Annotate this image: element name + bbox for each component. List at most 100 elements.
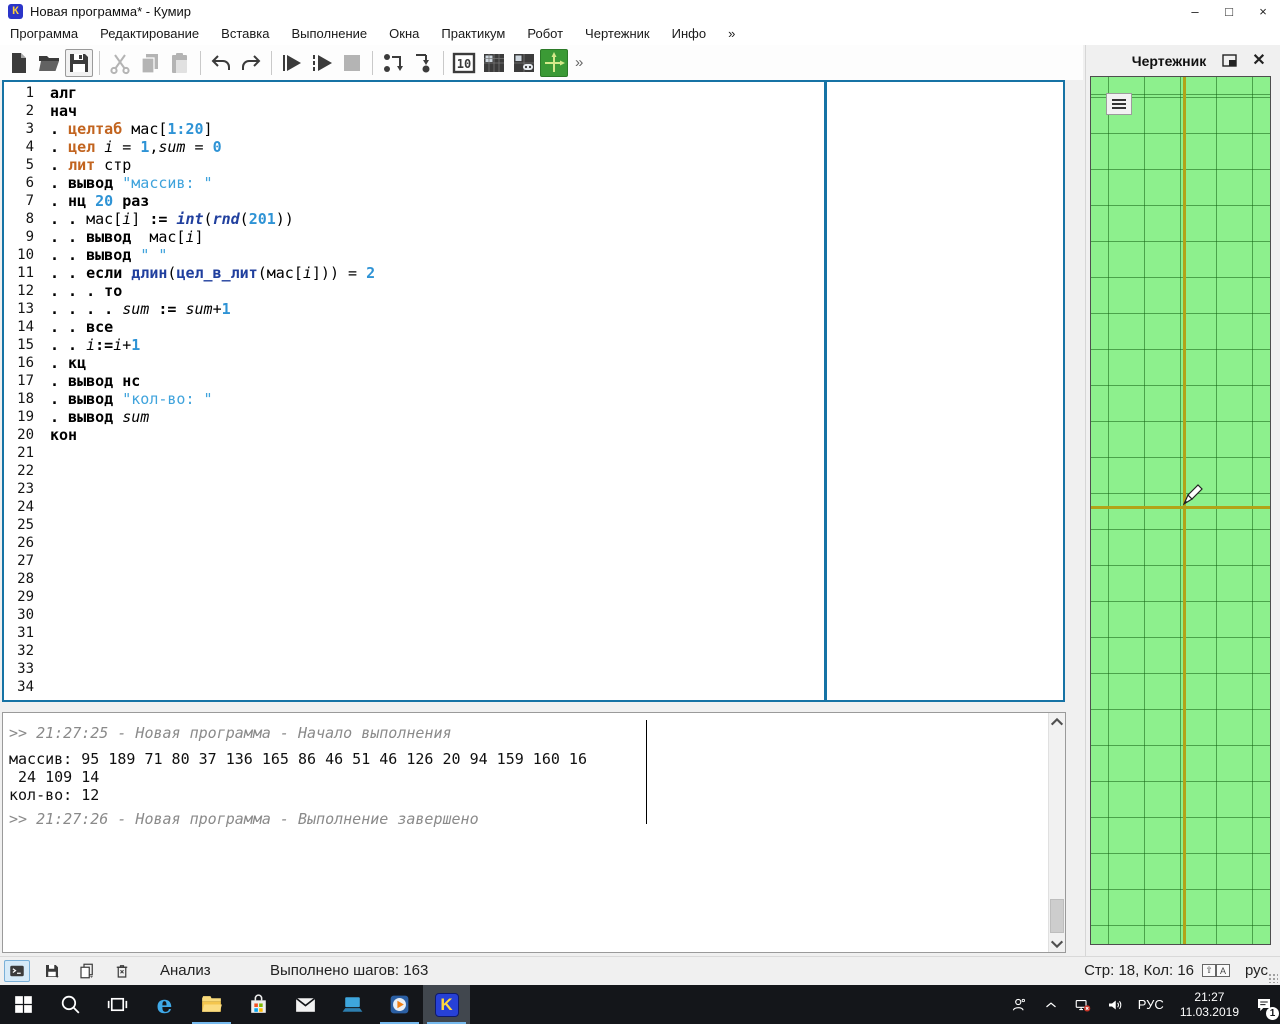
tray-date: 11.03.2019 xyxy=(1180,1005,1239,1020)
toolbar-run-button[interactable] xyxy=(278,49,306,77)
menu-item-4[interactable]: Выполнение xyxy=(291,26,367,41)
menu-item-8[interactable]: Чертежник xyxy=(585,26,650,41)
toolbar-drawer-window-button[interactable] xyxy=(540,49,568,77)
toolbar: 10 » xyxy=(0,45,1083,80)
output-console[interactable]: >> 21:27:25 - Новая программа - Начало в… xyxy=(2,712,1066,953)
code-line: 34 xyxy=(4,678,1063,696)
app-icon: К xyxy=(8,4,23,19)
line-number: 22 xyxy=(4,462,40,480)
drawer-close-icon[interactable]: ✕ xyxy=(1250,51,1268,69)
menu-item-2[interactable]: Редактирование xyxy=(100,26,199,41)
title-bar: К Новая программа* - Кумир – □ × xyxy=(0,0,1280,22)
kumir-taskbar-icon[interactable]: K xyxy=(423,985,470,1024)
save-output-button[interactable] xyxy=(39,960,65,982)
toolbar-copy-button[interactable] xyxy=(136,49,164,77)
toolbar-step-over-button[interactable] xyxy=(379,49,407,77)
media-player-icon[interactable] xyxy=(376,985,423,1024)
code-line: 19. вывод sum xyxy=(4,408,1063,426)
console-output-line: 24 109 14 xyxy=(9,768,1041,786)
toolbar-windows-grid-button[interactable] xyxy=(480,49,508,77)
code-line: 33 xyxy=(4,660,1063,678)
toolbar-values-window-button[interactable]: 10 xyxy=(450,49,478,77)
tray-chevron-icon[interactable] xyxy=(1035,985,1067,1024)
toolbar-new-file-button[interactable] xyxy=(5,49,33,77)
toolbar-paste-button[interactable] xyxy=(166,49,194,77)
task-view-button[interactable] xyxy=(94,985,141,1024)
steps-counter: Выполнено шагов: 163 xyxy=(270,962,428,979)
editor-lines: 1алг2нач3. целтаб мас[1:20]4. цел i = 1,… xyxy=(4,82,1063,696)
line-number: 32 xyxy=(4,642,40,660)
store-icon[interactable] xyxy=(235,985,282,1024)
maximize-button[interactable]: □ xyxy=(1212,0,1246,22)
menu-item-6[interactable]: Практикум xyxy=(441,26,505,41)
line-number: 11 xyxy=(4,264,40,282)
tray-clock[interactable]: 21:27 11.03.2019 xyxy=(1171,990,1248,1020)
line-number: 3 xyxy=(4,120,40,138)
resize-grip[interactable] xyxy=(1268,973,1278,983)
line-number: 24 xyxy=(4,498,40,516)
edge-icon[interactable]: e xyxy=(141,985,188,1024)
code-editor[interactable]: 1алг2нач3. целтаб мас[1:20]4. цел i = 1,… xyxy=(2,80,1065,702)
network-icon[interactable] xyxy=(1067,985,1099,1024)
close-button[interactable]: × xyxy=(1246,0,1280,22)
volume-icon[interactable] xyxy=(1099,985,1131,1024)
code-line: 27 xyxy=(4,552,1063,570)
line-number: 16 xyxy=(4,354,40,372)
dock-window-icon[interactable] xyxy=(1220,51,1238,69)
drawer-field xyxy=(1090,76,1271,945)
menu-item-1[interactable]: Программа xyxy=(10,26,78,41)
people-icon[interactable] xyxy=(1003,985,1035,1024)
menu-item-9[interactable]: Инфо xyxy=(672,26,706,41)
toolbar-save-button[interactable] xyxy=(65,49,93,77)
scroll-up-icon[interactable] xyxy=(1049,713,1065,730)
line-number: 4 xyxy=(4,138,40,156)
mail-icon[interactable] xyxy=(282,985,329,1024)
line-number: 6 xyxy=(4,174,40,192)
console-caret xyxy=(646,720,647,824)
menu-item-7[interactable]: Робот xyxy=(527,26,563,41)
toolbar-stop-button[interactable] xyxy=(338,49,366,77)
code-line: 18. вывод "кол-во: " xyxy=(4,390,1063,408)
code-line: 10. . вывод " " xyxy=(4,246,1063,264)
minimize-button[interactable]: – xyxy=(1178,0,1212,22)
scroll-down-icon[interactable] xyxy=(1049,935,1065,952)
console-toggle-button[interactable] xyxy=(4,960,30,982)
scroll-thumb[interactable] xyxy=(1050,899,1064,933)
line-number: 7 xyxy=(4,192,40,210)
start-button[interactable] xyxy=(0,985,47,1024)
toolbar-undo-button[interactable] xyxy=(207,49,235,77)
clear-output-button[interactable] xyxy=(109,960,135,982)
toolbar-overflow-icon[interactable]: » xyxy=(575,54,583,71)
menu-item-10[interactable]: » xyxy=(728,26,735,41)
toolbar-open-file-button[interactable] xyxy=(35,49,63,77)
file-explorer-icon[interactable] xyxy=(188,985,235,1024)
code-line: 20кон xyxy=(4,426,1063,444)
toolbar-run-step-button[interactable] xyxy=(308,49,336,77)
toolbar-robot-window-button[interactable] xyxy=(510,49,538,77)
line-number: 26 xyxy=(4,534,40,552)
toolbar-redo-button[interactable] xyxy=(237,49,265,77)
line-number: 34 xyxy=(4,678,40,696)
line-number: 10 xyxy=(4,246,40,264)
action-center-icon[interactable]: 1 xyxy=(1248,985,1280,1024)
search-button[interactable] xyxy=(47,985,94,1024)
toolbar-step-into-button[interactable] xyxy=(409,49,437,77)
laptop-icon[interactable] xyxy=(329,985,376,1024)
drawer-panel: Чертежник ✕ xyxy=(1085,45,1280,956)
drawer-menu-button[interactable] xyxy=(1106,93,1132,115)
console-system-message: >> 21:27:25 - Новая программа - Начало в… xyxy=(9,724,1041,742)
console-scrollbar[interactable] xyxy=(1048,713,1065,952)
keyboard-layout-icon[interactable]: ⇧A xyxy=(1202,964,1230,977)
copy-output-button[interactable] xyxy=(74,960,100,982)
menu-item-3[interactable]: Вставка xyxy=(221,26,269,41)
line-number: 1 xyxy=(4,84,40,102)
code-line: 31 xyxy=(4,624,1063,642)
menu-item-5[interactable]: Окна xyxy=(389,26,419,41)
line-number: 23 xyxy=(4,480,40,498)
toolbar-cut-button[interactable] xyxy=(106,49,134,77)
console-system-message: >> 21:27:26 - Новая программа - Выполнен… xyxy=(9,810,1041,828)
console-output-line: массив: 95 189 71 80 37 136 165 86 46 51… xyxy=(9,750,1041,768)
line-number: 2 xyxy=(4,102,40,120)
console-output-line: кол-во: 12 xyxy=(9,786,1041,804)
tray-language-indicator[interactable]: РУС xyxy=(1131,985,1171,1024)
